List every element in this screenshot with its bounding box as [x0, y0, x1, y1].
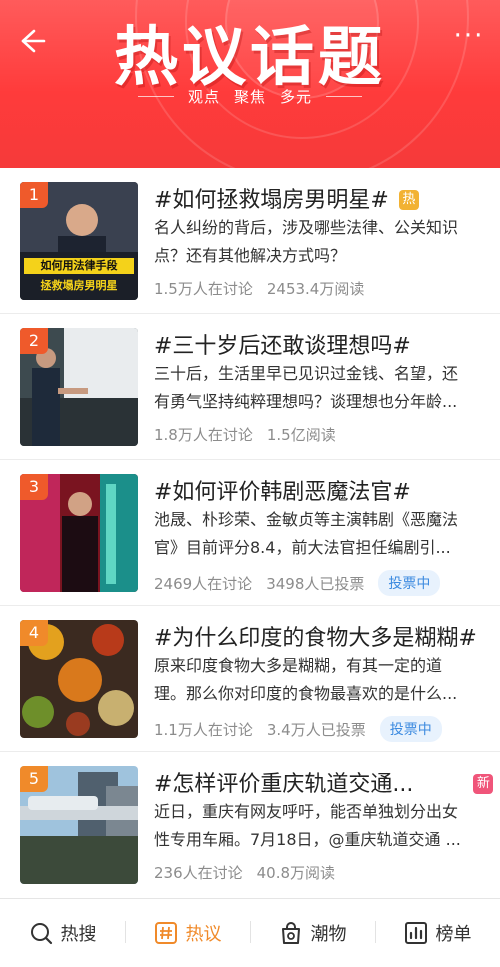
- hot-badge: 热: [398, 190, 419, 210]
- tab-hot-search[interactable]: 热搜: [0, 899, 125, 967]
- tab-label: 热搜: [60, 924, 97, 945]
- topic-description: 三十后，生活里早已见识过金钱、名望，还有勇气坚持纯粹理想吗？谈理想也分年龄...: [154, 364, 459, 411]
- topic-thumbnail[interactable]: 4: [20, 620, 138, 738]
- topic-title-text[interactable]: #为什么印度的食物大多是糊糊#: [154, 626, 477, 651]
- new-badge: 新: [473, 774, 494, 794]
- voting-badge[interactable]: 投票中: [378, 570, 441, 596]
- tab-label: 热议: [185, 924, 222, 945]
- topic-description: 近日，重庆有网友呼吁，能否单独划分出女性专用车厢。7月18日，@重庆轨道交通 .…: [154, 802, 461, 849]
- topic-title[interactable]: #如何拯救塌房男明星# 热: [154, 182, 484, 214]
- thumbnail-caption: 拯救塌房男明星: [40, 279, 118, 292]
- discuss-count: 2469人在讨论: [154, 574, 253, 593]
- topic-stats: 236人在讨论 40.8万阅读: [154, 862, 335, 883]
- tab-hot-discussion[interactable]: 热议: [125, 899, 250, 967]
- subtitle-word: 聚焦: [233, 88, 266, 106]
- divider: [137, 96, 174, 97]
- topic-title-text[interactable]: #怎样评价重庆轨道交通...: [154, 772, 413, 797]
- vote-count: 3.4万人已投票: [266, 720, 366, 739]
- rank-badge: 3: [20, 474, 48, 500]
- topic-thumbnail[interactable]: 2: [20, 328, 138, 446]
- rank-badge: 2: [20, 328, 48, 354]
- discuss-count: 1.1万人在讨论: [154, 720, 253, 739]
- topic-title[interactable]: #怎样评价重庆轨道交通... 新: [154, 766, 494, 798]
- topic-stats: 2469人在讨论 3498人已投票 投票中: [154, 570, 441, 596]
- topic-title[interactable]: #三十岁后还敢谈理想吗#: [154, 328, 484, 360]
- subtitle-word: 观点: [187, 88, 220, 106]
- voting-badge[interactable]: 投票中: [379, 716, 442, 742]
- topic-description: 名人纠纷的背后，涉及哪些法律、公关知识点？还有其他解决方式吗？: [154, 218, 459, 265]
- topic-stats: 1.8万人在讨论 1.5亿阅读: [154, 424, 336, 445]
- topic-item[interactable]: 3 #如何评价韩剧恶魔法官# 池晟、朴珍荣、金敏贞等主演韩剧《恶魔法官》目前评分…: [0, 460, 500, 606]
- tab-ranking[interactable]: 榜单: [375, 899, 500, 967]
- hashtag-icon: [154, 922, 177, 944]
- bag-icon: [281, 922, 300, 944]
- tab-label: 潮物: [310, 924, 347, 945]
- discuss-count: 1.5万人在讨论: [154, 280, 253, 298]
- topic-thumbnail[interactable]: 5: [20, 766, 138, 884]
- topic-description: 池晟、朴珍荣、金敏贞等主演韩剧《恶魔法官》目前评分8.4，前大法官担任编剧引..…: [154, 510, 459, 557]
- rank-badge: 1: [20, 182, 48, 208]
- header-banner: 热议话题 观点 聚焦 多元 ···: [0, 0, 500, 168]
- page-title: 热议话题: [114, 21, 386, 95]
- page-subtitle: 观点 聚焦 多元: [0, 86, 500, 107]
- topic-description: 原来印度食物大多是糊糊，有其一定的道理。那么你对印度的食物最喜欢的是什么...: [154, 656, 458, 703]
- chart-icon: [404, 922, 427, 944]
- topic-title[interactable]: #如何评价韩剧恶魔法官#: [154, 474, 484, 506]
- tab-trendy-items[interactable]: 潮物: [250, 899, 375, 967]
- vote-count: 3498人已投票: [266, 574, 365, 593]
- divider: [326, 96, 363, 97]
- discuss-count: 236人在讨论: [154, 864, 243, 882]
- discuss-count: 1.8万人在讨论: [154, 426, 253, 444]
- topic-item[interactable]: 4 #为什么印度的食物大多是糊糊# 原来印度食物大多是糊糊，有其一定的道理。那么…: [0, 606, 500, 752]
- topic-title[interactable]: #为什么印度的食物大多是糊糊#: [154, 620, 484, 652]
- rank-badge: 4: [20, 620, 48, 646]
- bottom-tab-bar: 热搜 热议 潮物 榜单: [0, 898, 500, 967]
- subtitle-word: 多元: [280, 88, 313, 106]
- topic-title-text[interactable]: #如何评价韩剧恶魔法官#: [154, 480, 411, 505]
- topic-title-text[interactable]: #三十岁后还敢谈理想吗#: [154, 334, 411, 359]
- topic-item[interactable]: 2 #三十岁后还敢谈理想吗# 三十后，生活里早已见识过金钱、名望，还有勇气坚持纯…: [0, 314, 500, 460]
- topic-thumbnail[interactable]: 1 如何用法律手段 拯救塌房男明星: [20, 182, 138, 300]
- more-menu-icon[interactable]: ···: [452, 23, 486, 54]
- read-count: 1.5亿阅读: [266, 426, 336, 444]
- tab-label: 榜单: [435, 924, 472, 945]
- thumbnail-caption: 如何用法律手段: [24, 258, 134, 274]
- topic-stats: 1.1万人在讨论 3.4万人已投票 投票中: [154, 716, 442, 742]
- topic-list: 1 如何用法律手段 拯救塌房男明星 #如何拯救塌房男明星# 热 名人纠纷的背后，涉…: [0, 168, 500, 897]
- topic-item[interactable]: 1 如何用法律手段 拯救塌房男明星 #如何拯救塌房男明星# 热 名人纠纷的背后，涉…: [0, 168, 500, 314]
- read-count: 2453.4万阅读: [266, 280, 365, 298]
- read-count: 40.8万阅读: [256, 864, 336, 882]
- rank-badge: 5: [20, 766, 48, 792]
- topic-thumbnail[interactable]: 3: [20, 474, 138, 592]
- topic-item[interactable]: 5 #怎样评价重庆轨道交通... 新 近日，重庆有网友呼吁，能否单独划分出女性专用…: [0, 752, 500, 897]
- topic-title-text[interactable]: #如何拯救塌房男明星#: [154, 188, 389, 213]
- topic-stats: 1.5万人在讨论 2453.4万阅读: [154, 278, 364, 299]
- search-icon: [30, 923, 52, 945]
